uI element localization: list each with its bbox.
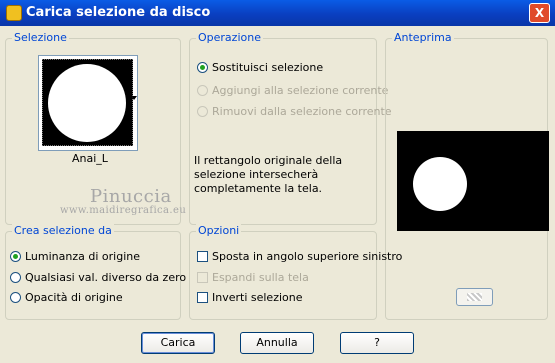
radio-qualsiasi[interactable] [10,272,21,283]
cancel-button[interactable]: Annulla [240,332,314,354]
radio-aggiungi-label: Aggiungi alla selezione corrente [212,84,389,97]
close-button[interactable]: X [529,3,550,23]
selection-name: Anai_L [72,152,108,165]
radio-rimuovi [197,106,208,117]
radio-aggiungi [197,85,208,96]
radio-luminanza-label[interactable]: Luminanza di origine [25,250,140,263]
watermark: Pinuccia www.maidiregrafica.eu [60,186,186,216]
operazione-group-label: Operazione [196,31,263,44]
preview-toggle-icon[interactable] [456,288,493,306]
crea-group-label: Crea selezione da [12,224,114,237]
selezione-group-label: Selezione [12,31,69,44]
checkbox-inverti-label[interactable]: Inverti selezione [212,291,303,304]
checkbox-espandi-label: Espandi sulla tela [212,271,309,284]
watermark-name: Pinuccia [90,186,172,207]
checkbox-sposta-label[interactable]: Sposta in angolo superiore sinistro [212,250,402,263]
preview-circle [413,157,467,211]
checkbox-espandi [197,272,208,283]
help-button[interactable]: ? [340,332,414,354]
selection-thumbnail [42,59,133,146]
selection-thumbnail-circle [48,64,126,142]
dropdown-arrow-icon[interactable] [131,96,137,100]
title-bar[interactable]: Carica selezione da disco X [0,0,555,26]
radio-sostituisci-label[interactable]: Sostituisci selezione [212,61,323,74]
radio-luminanza[interactable] [10,251,21,262]
checkbox-inverti[interactable] [197,292,208,303]
anteprima-group-label: Anteprima [392,31,454,44]
operation-info-text: Il rettangolo originale della selezione … [194,154,343,195]
opzioni-group-label: Opzioni [196,224,242,237]
window-title: Carica selezione da disco [26,5,211,20]
watermark-url: www.maidiregrafica.eu [60,205,187,216]
radio-qualsiasi-label[interactable]: Qualsiasi val. diverso da zero [25,271,186,284]
radio-rimuovi-label: Rimuovi dalla selezione corrente [212,105,392,118]
app-icon [6,5,22,21]
load-button[interactable]: Carica [141,332,215,354]
radio-sostituisci[interactable] [197,62,208,73]
preview-canvas [397,131,549,231]
radio-opacita-label[interactable]: Opacità di origine [25,291,123,304]
selection-dropdown[interactable] [38,55,138,151]
radio-opacita[interactable] [10,292,21,303]
close-icon: X [534,6,545,20]
checkbox-sposta[interactable] [197,251,208,262]
